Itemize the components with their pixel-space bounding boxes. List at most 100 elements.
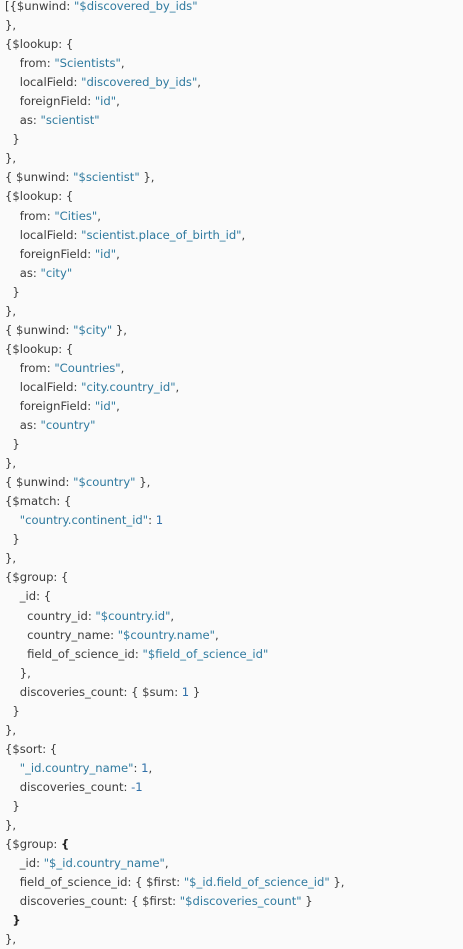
code-text: from:	[5, 56, 55, 71]
code-text: ,	[215, 627, 219, 642]
code-text: [{$unwind:	[5, 0, 74, 13]
code-text: _id: {	[5, 589, 52, 604]
code-text: as:	[5, 113, 41, 128]
code-line: }	[5, 702, 461, 721]
code-string: "scientist.place_of_birth_id"	[81, 227, 242, 242]
code-string: "$_id.country_name"	[43, 856, 165, 871]
code-line: }	[5, 911, 461, 930]
code-line: field_of_science_id: { $first: "$_id.fie…	[5, 873, 461, 892]
code-line: },	[5, 549, 461, 568]
code-line: discoveries_count: -1	[5, 778, 461, 797]
code-text: localField:	[5, 379, 82, 394]
code-text: ,	[120, 360, 125, 375]
code-string: "country"	[40, 418, 96, 433]
code-text: ,	[116, 246, 120, 261]
code-text: _id:	[5, 856, 44, 871]
code-line: as: "country"	[5, 416, 461, 435]
code-line: },	[5, 149, 461, 168]
code-string: "id"	[94, 246, 117, 261]
code-text: {$lookup: {	[5, 37, 74, 52]
code-number: -1	[131, 779, 143, 794]
code-line: {$sort: {	[5, 740, 461, 759]
code-line: },	[5, 16, 461, 35]
code-line: { $unwind: "$city" },	[5, 321, 461, 340]
code-line: [{$unwind: "$discovered_by_ids"	[5, 0, 461, 16]
code-text: ,	[164, 856, 169, 871]
code-text: discoveries_count: { $first:	[5, 894, 180, 909]
code-line: foreignField: "id",	[5, 92, 461, 111]
code-text: },	[112, 322, 127, 337]
code-line: {$lookup: {	[5, 340, 461, 359]
code-string: "id"	[94, 94, 117, 109]
code-string: "$country"	[73, 475, 136, 490]
code-line: },	[5, 930, 461, 949]
code-text: ,	[97, 208, 101, 223]
code-text: }	[5, 284, 20, 299]
code-text: localField:	[5, 227, 82, 242]
code-line: from: "Cities",	[5, 207, 461, 226]
code-text: },	[5, 665, 31, 680]
code-line: }	[5, 130, 461, 149]
code-line: {$group: {	[5, 835, 461, 854]
code-line: },	[5, 454, 461, 473]
code-line: "country.continent_id": 1	[5, 511, 461, 530]
code-line: discoveries_count: { $sum: 1 }	[5, 683, 461, 702]
code-string: "city.country_id"	[81, 379, 176, 394]
code-line: localField: "city.country_id",	[5, 378, 461, 397]
code-string: "id"	[94, 398, 117, 413]
code-text: :	[133, 760, 142, 775]
code-text: }	[12, 913, 21, 928]
code-text: },	[139, 170, 155, 185]
code-string: "_id.country_name"	[19, 760, 134, 775]
code-text: {$lookup: {	[5, 341, 74, 356]
code-string: "Scientists"	[54, 56, 121, 71]
code-line: foreignField: "id",	[5, 245, 461, 264]
code-text: },	[5, 303, 17, 318]
code-line: localField: "discovered_by_ids",	[5, 73, 461, 92]
code-text: ,	[175, 379, 180, 394]
code-string: "$_id.field_of_science_id"	[183, 875, 330, 890]
code-line: }	[5, 435, 461, 454]
code-line: "_id.country_name": 1,	[5, 759, 461, 778]
code-text: ,	[241, 227, 246, 242]
code-text: :	[148, 513, 156, 528]
code-string: "$country.id"	[95, 608, 171, 623]
code-text: },	[5, 722, 17, 737]
code-text: ,	[197, 75, 201, 90]
code-text: localField:	[5, 75, 82, 90]
code-text: foreignField:	[5, 94, 95, 109]
code-text: country_name:	[5, 627, 118, 642]
code-text: ,	[116, 398, 120, 413]
code-text: }	[5, 132, 20, 147]
code-block[interactable]: [{$unwind: "$discovered_by_ids"}, {$looku…	[5, 0, 461, 949]
code-text: {$lookup: {	[5, 189, 74, 204]
code-line: },	[5, 664, 461, 683]
code-text: ,	[148, 760, 153, 775]
code-text: }	[5, 437, 20, 452]
code-text: },	[5, 18, 17, 33]
code-text: }	[5, 703, 20, 718]
code-line: {$lookup: {	[5, 187, 461, 206]
code-text: {$group: {	[5, 570, 69, 585]
code-text: discoveries_count:	[5, 779, 132, 794]
code-text: }	[5, 532, 20, 547]
code-text: field_of_science_id:	[5, 646, 143, 661]
code-line: }	[5, 530, 461, 549]
code-text: from:	[5, 360, 55, 375]
code-number: 1	[155, 513, 164, 528]
code-line: },	[5, 302, 461, 321]
code-text: },	[5, 551, 17, 566]
code-text: discoveries_count: { $sum:	[5, 684, 182, 699]
code-text: },	[5, 151, 17, 166]
code-text: },	[5, 932, 17, 947]
code-text: },	[5, 456, 17, 471]
code-line: {$match: {	[5, 492, 461, 511]
code-string: "country.continent_id"	[19, 513, 149, 528]
code-line: _id: "$_id.country_name",	[5, 854, 461, 873]
code-line: { $unwind: "$country" },	[5, 473, 461, 492]
code-line: { $unwind: "$scientist" },	[5, 168, 461, 187]
code-string: "scientist"	[40, 113, 100, 128]
code-text: foreignField:	[5, 398, 95, 413]
code-text: as:	[5, 265, 41, 280]
code-string: "$field_of_science_id"	[142, 646, 269, 661]
